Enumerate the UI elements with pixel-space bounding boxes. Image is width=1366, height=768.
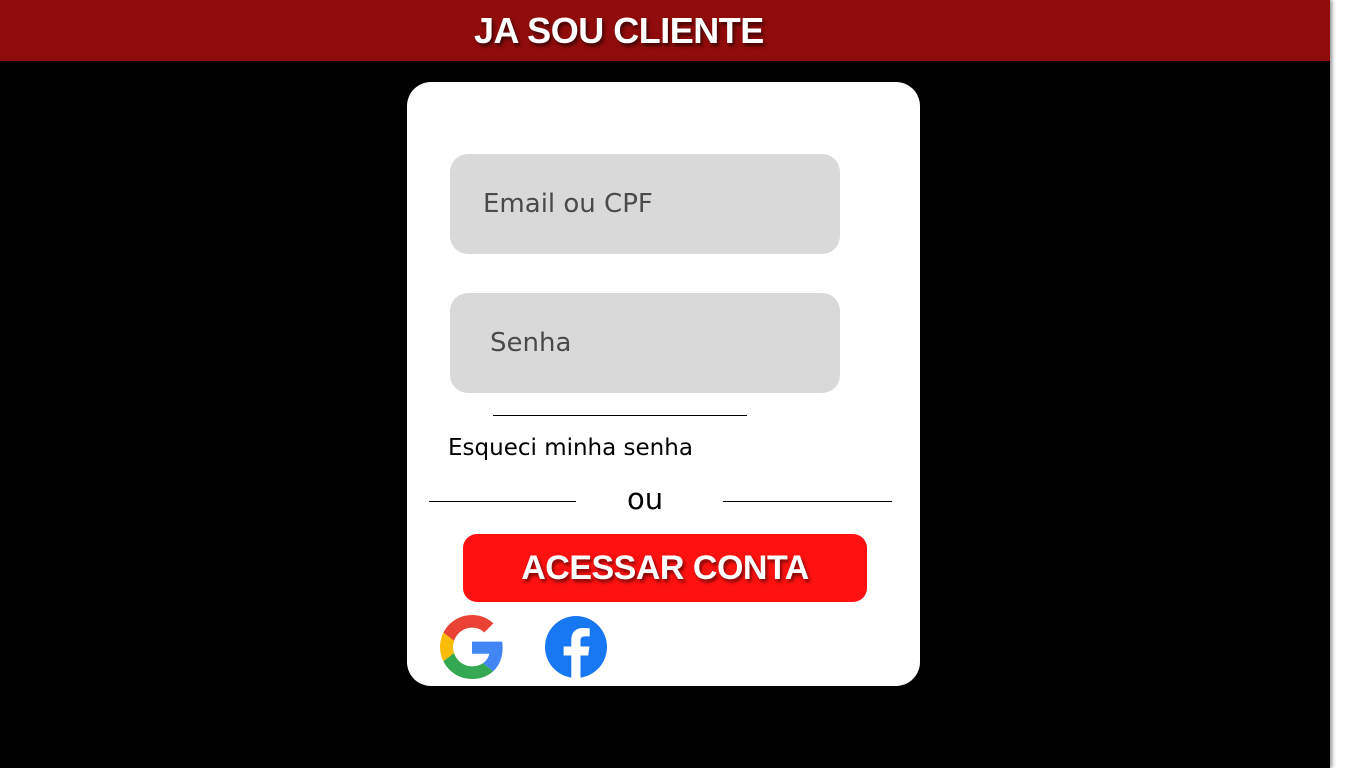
access-account-button[interactable]: ACESSAR CONTA bbox=[463, 534, 867, 602]
google-login-button[interactable] bbox=[440, 615, 504, 679]
email-cpf-input[interactable] bbox=[450, 154, 840, 254]
page-title: JA SOU CLIENTE bbox=[474, 10, 764, 51]
facebook-login-button[interactable] bbox=[544, 615, 608, 679]
forgot-password-divider bbox=[493, 415, 747, 416]
page-background: JA SOU CLIENTE Esqueci minha senha ou AC… bbox=[0, 0, 1330, 768]
password-input[interactable] bbox=[450, 293, 840, 393]
or-divider-right bbox=[723, 501, 892, 502]
header-bar: JA SOU CLIENTE bbox=[0, 0, 1330, 61]
login-card: Esqueci minha senha ou ACESSAR CONTA bbox=[407, 82, 920, 686]
or-divider-left bbox=[429, 501, 576, 502]
forgot-password-link[interactable]: Esqueci minha senha bbox=[448, 435, 693, 461]
or-divider-label: ou bbox=[627, 482, 664, 516]
facebook-icon bbox=[545, 616, 607, 679]
google-icon bbox=[440, 615, 503, 679]
